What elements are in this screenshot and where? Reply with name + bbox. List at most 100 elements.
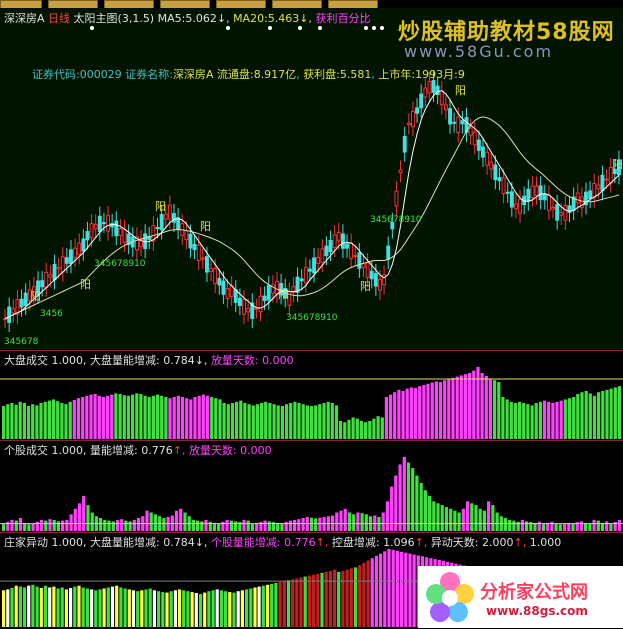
volume-bar: [526, 404, 530, 439]
volume-bar: [451, 377, 455, 439]
panel3-label3: 放量天数:: [188, 444, 237, 457]
candle-body: [217, 278, 222, 286]
volume-bar: [449, 508, 453, 531]
candle-body: [444, 104, 448, 111]
float-label: 流通盘:: [216, 68, 254, 81]
candle-body: [155, 227, 160, 230]
candle-body: [600, 174, 605, 192]
candle-body: [233, 289, 238, 303]
candle-body: [509, 191, 514, 208]
candle-body: [542, 193, 547, 201]
volume-bar: [265, 584, 270, 627]
logo-title[interactable]: 分析家公式网: [480, 578, 588, 604]
volume-bar: [35, 405, 39, 439]
volume-bar: [547, 401, 551, 439]
logo-url[interactable]: www.88gs.com: [486, 604, 588, 618]
volume-bar: [501, 397, 505, 439]
volume-bar: [368, 421, 372, 439]
candle-body: [303, 266, 308, 284]
volume-bar: [330, 403, 334, 439]
panel2-header: 大盘成交 1.000, 大盘量能增减: 0.784↓, 放量天数: 0.000: [4, 352, 294, 368]
market-volume-panel[interactable]: 大盘成交 1.000, 大盘量能增减: 0.784↓, 放量天数: 0.000: [0, 350, 623, 441]
panel4-arrow2: ↓,: [194, 536, 208, 549]
volume-bar: [245, 589, 249, 627]
volume-bar: [274, 583, 278, 627]
volume-bar: [270, 583, 274, 627]
main-price-panel[interactable]: 阳阳阳阳阳阳阳阳 3456 345678910 345678910 345678910 3…: [0, 8, 623, 350]
volume-bar: [240, 590, 244, 627]
volume-bar: [360, 513, 364, 531]
volume-bar: [584, 522, 588, 531]
watermark-url: www.58Gu.com: [404, 42, 554, 61]
volume-bar: [18, 586, 22, 627]
volume-bar: [90, 589, 94, 627]
volume-bar: [101, 397, 106, 439]
volume-bar: [156, 394, 160, 439]
candle-body: [85, 231, 90, 241]
candle-body: [452, 121, 457, 124]
volume-bar: [143, 395, 147, 439]
volume-bar: [81, 397, 85, 439]
candle-body: [196, 244, 201, 261]
volume-bar: [461, 508, 465, 531]
volume-bar: [10, 403, 14, 439]
volume-bar: [236, 591, 240, 627]
volume-bar: [52, 586, 56, 627]
volume-bar: [47, 400, 51, 439]
volume-bar: [82, 495, 86, 531]
volume-bar: [459, 375, 463, 439]
candle-body: [93, 223, 98, 230]
volume-bar: [402, 457, 406, 531]
sequence-label: 345678910: [286, 313, 338, 323]
volume-bar: [352, 514, 356, 531]
volume-bar: [128, 521, 132, 531]
signal-star-icon: [380, 26, 384, 30]
volume-bar: [605, 521, 609, 531]
candle-body: [209, 268, 214, 272]
volume-bar: [522, 403, 526, 439]
volume-bar: [123, 588, 127, 627]
stock-volume-panel[interactable]: 个股成交 1.000, 量能增减: 0.776↑, 放量天数: 0.000: [0, 440, 623, 533]
ma20-label: MA20:: [233, 12, 268, 25]
sequence-label: 345678910: [370, 215, 422, 225]
panel2-label3: 放量天数:: [210, 354, 259, 367]
candle-body: [332, 234, 337, 248]
volume-bar: [579, 521, 583, 531]
volume-bar: [6, 589, 10, 627]
volume-bar: [218, 399, 222, 439]
candle-body: [225, 288, 230, 299]
volume-bar: [226, 404, 230, 439]
volume-bar: [73, 508, 77, 531]
volume-bar: [18, 518, 23, 531]
volume-bar: [364, 422, 368, 439]
panel2-label2: 大盘量能增减:: [90, 354, 160, 367]
volume-bar: [39, 588, 43, 627]
volume-bar: [115, 519, 120, 531]
yang-marker: 阳: [278, 288, 289, 301]
volume-bar: [153, 514, 157, 531]
candle-body: [398, 169, 403, 174]
panel3-arrow2: ↑,: [172, 444, 186, 457]
volume-bar: [318, 404, 322, 439]
volume-bar: [280, 406, 284, 439]
volume-bar: [260, 403, 264, 439]
volume-bar: [563, 399, 567, 439]
volume-bar: [444, 507, 449, 532]
volume-bar: [103, 519, 107, 531]
candle-body: [538, 185, 543, 201]
volume-bar: [225, 519, 229, 531]
volume-bar: [480, 373, 484, 439]
volume-bar: [230, 403, 235, 439]
candle-body: [357, 252, 362, 269]
signal-star-icon: [268, 26, 272, 30]
volume-bar: [487, 501, 491, 531]
volume-bar: [541, 523, 546, 531]
volume-bar: [35, 586, 39, 627]
volume-bar: [264, 401, 268, 439]
candle-body: [514, 203, 518, 210]
volume-bar: [534, 403, 538, 439]
volume-bar: [229, 520, 233, 531]
panel4-v3: 0.776: [284, 536, 316, 549]
volume-bar: [2, 523, 6, 531]
candle-body: [345, 243, 350, 249]
